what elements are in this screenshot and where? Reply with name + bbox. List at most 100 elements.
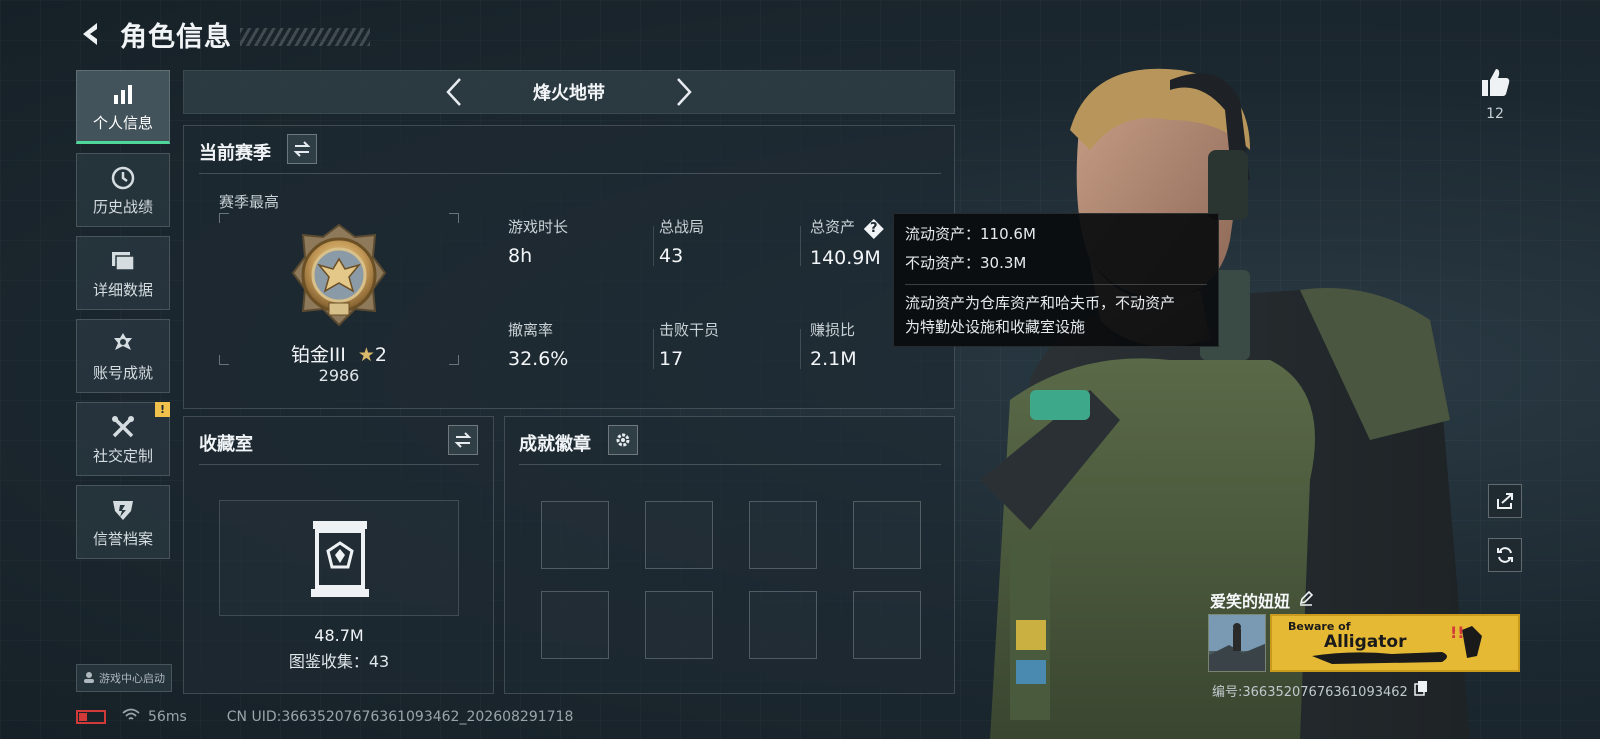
stat-label: 撤离率 — [508, 321, 554, 339]
sidebar-item-reputation[interactable]: 信誉档案 — [76, 485, 170, 559]
help-icon[interactable]: ? — [863, 219, 884, 239]
rank-score: 2986 — [318, 366, 360, 385]
ping-value: 56ms — [148, 709, 187, 725]
badge-slot[interactable] — [541, 591, 609, 659]
sidebar-item-label: 账号成就 — [92, 363, 153, 382]
collection-switch-button[interactable] — [448, 425, 478, 455]
collection-count: 图鉴收集：43 — [288, 652, 390, 671]
stat-kills: 击败干员 17 — [659, 319, 719, 370]
thumbs-up-icon — [1482, 69, 1510, 96]
badge-slot[interactable] — [749, 591, 817, 659]
tools-icon — [109, 413, 137, 441]
sidebar-item-profile[interactable]: 个人信息 — [76, 70, 170, 144]
nameplate-banner[interactable]: Beware of Alligator !! — [1270, 614, 1520, 672]
title-decoration — [240, 28, 370, 46]
divider — [199, 464, 479, 465]
stat-divider — [653, 226, 654, 266]
player-name-row: 爱笑的妞妞 — [1210, 588, 1314, 612]
game-center-launch-button[interactable]: 游戏中心启动 — [76, 664, 172, 692]
clock-icon — [109, 164, 137, 192]
sidebar: 个人信息 历史战绩 详细数据 账号成就 ! 社交定制 信誉档案 — [76, 70, 170, 568]
badge-slot[interactable] — [645, 591, 713, 659]
launch-label: 游戏中心启动 — [99, 672, 165, 685]
stat-divider — [653, 329, 654, 369]
rank-name: 铂金III — [291, 344, 346, 366]
badge-slot[interactable] — [749, 501, 817, 569]
tooltip-desc-line1: 流动资产为仓库资产和哈夫币，不动资产 — [905, 294, 1176, 312]
collection-title: 收藏室 — [199, 434, 253, 455]
stat-label: 赚损比 — [810, 321, 856, 339]
status-bar: 56ms CN UID:3663520767636109346​2_202608… — [76, 708, 573, 726]
refresh-icon — [1497, 547, 1513, 563]
sidebar-item-history[interactable]: 历史战绩 — [76, 153, 170, 227]
share-icon — [1497, 493, 1513, 509]
sidebar-item-label: 社交定制 — [92, 446, 153, 465]
battery-icon — [76, 710, 106, 724]
stat-label: 击败干员 — [659, 321, 720, 339]
stat-playtime: 游戏时长 8h — [508, 216, 568, 267]
sidebar-item-social[interactable]: ! 社交定制 — [76, 402, 170, 476]
player-id-row: 编号:366352076763610934​62 — [1212, 680, 1428, 700]
badge-slot[interactable] — [853, 591, 921, 659]
mode-next-button[interactable] — [669, 72, 699, 112]
collection-display-box — [219, 500, 459, 616]
frame-corner — [219, 213, 229, 223]
stat-divider — [800, 329, 801, 369]
player-name: 爱笑的妞妞 — [1210, 592, 1291, 611]
mode-label: 烽火地带 — [533, 83, 605, 104]
player-id: 编号:366352076763610934​62 — [1212, 684, 1408, 700]
like-count: 12 — [1486, 106, 1504, 122]
rank-stars: 2 — [374, 344, 387, 366]
wifi-icon — [122, 708, 140, 726]
swap-icon — [293, 141, 311, 157]
uid-text: CN UID:3663520767636109346​2_20260829171… — [226, 709, 574, 725]
warning-badge: ! — [155, 402, 170, 417]
sidebar-item-details[interactable]: 详细数据 — [76, 236, 170, 310]
badge-slot[interactable] — [541, 501, 609, 569]
sidebar-item-achievements[interactable]: 账号成就 — [76, 319, 170, 393]
stat-value: 140.9M — [810, 247, 881, 269]
stat-label: 游戏时长 — [508, 218, 569, 236]
user-icon — [83, 671, 95, 686]
share-button[interactable] — [1488, 484, 1522, 518]
platinum-rank-emblem-icon — [291, 223, 387, 327]
stat-value: 8h — [508, 245, 533, 267]
bar-chart-icon — [109, 80, 137, 108]
page-title: 角色信息 — [120, 21, 232, 53]
sidebar-item-label: 个人信息 — [92, 113, 153, 132]
display-case-icon — [311, 521, 369, 597]
frame-corner — [449, 213, 459, 223]
star-icon: ★ — [357, 344, 375, 366]
stat-label: 总资产 ? — [810, 216, 884, 239]
achievements-settings-button[interactable] — [608, 425, 638, 455]
stat-profit-ratio: 赚损比 2.1M — [810, 319, 857, 370]
gear-icon — [616, 433, 630, 447]
medal-icon — [109, 330, 137, 358]
stat-extraction-rate: 撤离率 32.6% — [508, 319, 568, 370]
achievements-title: 成就徽章 — [519, 434, 591, 455]
like-button[interactable]: 12 — [1472, 66, 1518, 122]
stat-value: 17 — [659, 348, 684, 370]
season-switch-button[interactable] — [287, 134, 317, 164]
divider — [519, 464, 941, 465]
assets-tooltip: 流动资产：110.6M 不动资产：30.3M 流动资产为仓库资产和哈夫币，不动资… — [893, 213, 1219, 347]
refresh-button[interactable] — [1488, 538, 1522, 572]
mode-prev-button[interactable] — [439, 72, 469, 112]
badge-slot[interactable] — [645, 501, 713, 569]
edit-icon[interactable] — [1298, 590, 1314, 610]
divider — [199, 173, 941, 174]
stat-divider — [800, 226, 801, 266]
back-arrow-icon[interactable] — [76, 19, 106, 49]
collection-value: 48.7M — [314, 626, 364, 645]
avatar[interactable] — [1208, 614, 1266, 672]
shield-icon — [109, 496, 137, 524]
mode-selector: 烽火地带 — [183, 70, 955, 114]
sidebar-item-label: 详细数据 — [92, 280, 153, 299]
rank-name-row: 铂金III ★2 — [219, 340, 459, 367]
stat-total-matches: 总战局 43 — [659, 216, 704, 267]
copy-icon[interactable] — [1414, 680, 1428, 700]
badge-slot[interactable] — [853, 501, 921, 569]
tooltip-liquid-assets: 流动资产：110.6M — [905, 225, 1036, 243]
alligator-icon: !! — [1312, 623, 1482, 664]
folder-icon — [109, 247, 137, 275]
